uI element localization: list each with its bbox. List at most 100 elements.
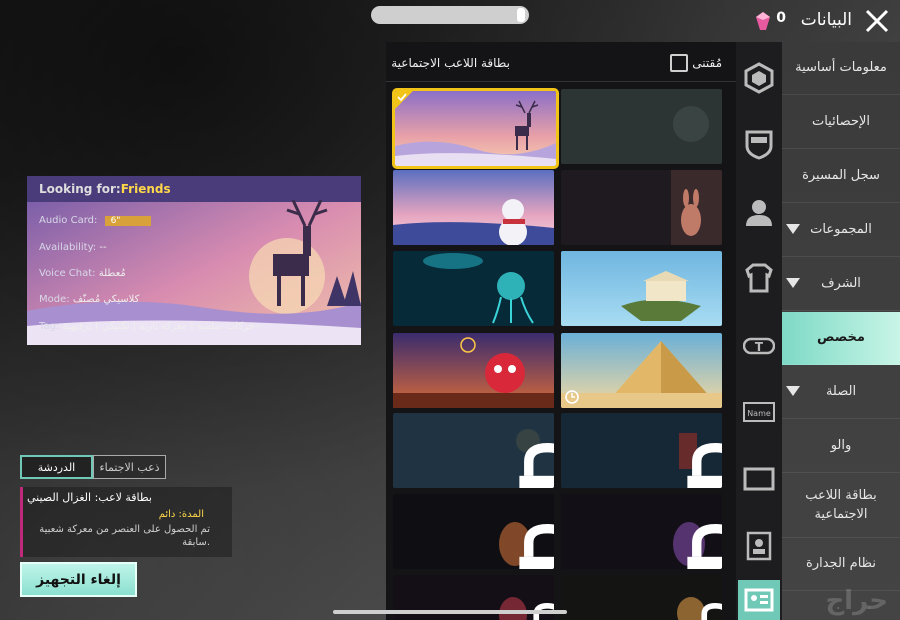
svg-text:Name: Name xyxy=(747,409,771,418)
nameplate-icon[interactable]: Name xyxy=(743,396,775,428)
card-balloon[interactable] xyxy=(393,413,554,488)
unequip-button[interactable]: إلغاء التجهيز xyxy=(20,562,137,597)
search-bar[interactable] xyxy=(371,6,529,24)
social-card-icon xyxy=(744,588,774,612)
availability-row: Availability: -- xyxy=(39,242,107,253)
sidebar-nav: معلومات أساسية الإحصائيات سجل المسيرة ال… xyxy=(782,42,900,620)
card-dark-empty[interactable] xyxy=(561,89,722,164)
card-image xyxy=(561,333,722,408)
card-cat-orange[interactable] xyxy=(393,494,554,569)
outfit-icon[interactable] xyxy=(743,262,775,294)
voice-chat-value: مُعطلة xyxy=(98,268,126,279)
home-indicator[interactable] xyxy=(333,610,567,614)
nav-item-walo[interactable]: والو xyxy=(782,420,900,473)
lock-icon xyxy=(687,524,722,569)
nav-item-label: سجل المسيرة xyxy=(802,167,880,183)
item-duration: المدة: دائم xyxy=(158,509,204,520)
lock-icon xyxy=(519,443,554,488)
nav-item-career-log[interactable]: سجل المسيرة xyxy=(782,150,900,203)
nav-item-statistics[interactable]: الإحصائيات xyxy=(782,96,900,149)
card-image xyxy=(395,91,556,166)
nav-item-label: مخصص xyxy=(817,329,865,345)
mode-value: كلاسيكي مُصنّف xyxy=(72,294,140,305)
search-handle[interactable] xyxy=(517,8,525,22)
card-lion-dance[interactable] xyxy=(393,333,554,408)
chevron-down-icon xyxy=(786,278,800,288)
card-pyramid[interactable] xyxy=(561,333,722,408)
gem-icon xyxy=(756,12,770,30)
tag-label: Tag: xyxy=(39,321,60,332)
nav-item-basic-info[interactable]: معلومات أساسية xyxy=(782,42,900,95)
badge-hexagon-icon[interactable] xyxy=(743,62,775,94)
voice-chat-label: Voice Chat: xyxy=(39,268,96,279)
mode-row: Mode: كلاسيكي مُصنّف xyxy=(39,294,139,305)
nav-item-label: بطاقة اللاعب الاجتماعية xyxy=(805,488,877,522)
audio-card-label: Audio Card: xyxy=(39,215,98,226)
card-image xyxy=(561,251,722,326)
watermark: حراج xyxy=(825,586,888,616)
card-temple-island[interactable] xyxy=(561,251,722,326)
card-image xyxy=(561,89,722,164)
card-fox[interactable] xyxy=(561,575,722,620)
lock-icon xyxy=(519,524,554,569)
close-icon[interactable] xyxy=(862,6,892,36)
grid-title: بطاقة اللاعب الاجتماعية xyxy=(391,56,510,70)
tab-join[interactable]: ذعب الاجتماء xyxy=(93,455,166,479)
social-card-tab[interactable] xyxy=(738,580,780,620)
availability-label: Availability: xyxy=(39,242,97,253)
clock-icon xyxy=(565,390,579,404)
item-name: بطاقة لاعب: الغزال الصيني xyxy=(26,491,152,504)
nav-item-label: معلومات أساسية xyxy=(795,59,887,75)
nav-item-relation[interactable]: الصلة xyxy=(782,366,900,419)
card-deer-sunset[interactable] xyxy=(392,88,559,169)
audio-card-value: 6" xyxy=(110,216,121,226)
card-bunny[interactable] xyxy=(561,170,722,245)
item-description: تم الحصول على العنصر من معركة شعبية سابق… xyxy=(39,524,210,548)
nav-item-custom[interactable]: مخصص xyxy=(782,312,900,365)
tag-row: Tag: حركات سلسة | معركة نارية | تكتيكي |… xyxy=(39,321,262,332)
tag-value: حركات سلسة | معركة نارية | تكتيكي | ترفي… xyxy=(62,321,263,332)
icon-column: T Name xyxy=(736,42,782,620)
lock-icon xyxy=(701,603,722,620)
card-image xyxy=(393,333,554,408)
lock-icon xyxy=(687,443,722,488)
nav-item-label: والو xyxy=(830,437,852,453)
nav-item-label: نظام الجدارة xyxy=(806,555,876,571)
nav-item-label: المجموعات xyxy=(810,221,872,237)
owned-label: مُقتنى xyxy=(692,56,722,70)
looking-for-value: Friends xyxy=(120,182,171,196)
owned-checkbox[interactable] xyxy=(670,54,688,72)
svg-text:T: T xyxy=(755,340,764,354)
card-image xyxy=(393,251,554,326)
avatar-icon[interactable] xyxy=(743,196,775,228)
card-snowman[interactable] xyxy=(393,170,554,245)
card-robot-city[interactable] xyxy=(561,413,722,488)
tab-chat[interactable]: الدردشة xyxy=(20,455,93,479)
nav-item-merit-system[interactable]: نظام الجدارة xyxy=(782,538,900,591)
card-image xyxy=(393,170,554,245)
voice-chat-row: Voice Chat: مُعطلة xyxy=(39,268,126,279)
nav-item-label: الصلة xyxy=(825,383,857,399)
nav-item-honor[interactable]: الشرف xyxy=(782,258,900,311)
audio-card-row: Audio Card: 6" xyxy=(39,215,151,226)
card-jellyfish[interactable] xyxy=(393,251,554,326)
looking-for-label: Looking for: xyxy=(39,182,121,196)
title-badge-icon[interactable]: T xyxy=(743,330,775,362)
frame-icon[interactable] xyxy=(743,462,775,494)
selected-check-icon xyxy=(395,91,413,109)
page-title: البيانات xyxy=(800,10,852,30)
profile-card-preview: Looking for:Friends Audio Card: 6" Avail… xyxy=(27,176,361,345)
nav-item-social-card[interactable]: بطاقة اللاعب الاجتماعية xyxy=(782,474,900,538)
looking-for-title: Looking for:Friends xyxy=(39,182,171,196)
shield-icon[interactable] xyxy=(743,128,775,160)
card-cat-purple[interactable] xyxy=(561,494,722,569)
chat-tabs: الدردشة ذعب الاجتماء xyxy=(20,455,166,479)
audio-card-badge[interactable]: 6" xyxy=(104,216,151,226)
nav-item-collections[interactable]: المجموعات xyxy=(782,204,900,257)
nav-item-label: الشرف xyxy=(821,275,861,291)
chevron-down-icon xyxy=(786,386,800,396)
id-card-icon[interactable] xyxy=(743,530,775,562)
profile-card-image xyxy=(27,176,361,345)
nav-item-label: الإحصائيات xyxy=(811,113,871,129)
mode-label: Mode: xyxy=(39,294,70,305)
